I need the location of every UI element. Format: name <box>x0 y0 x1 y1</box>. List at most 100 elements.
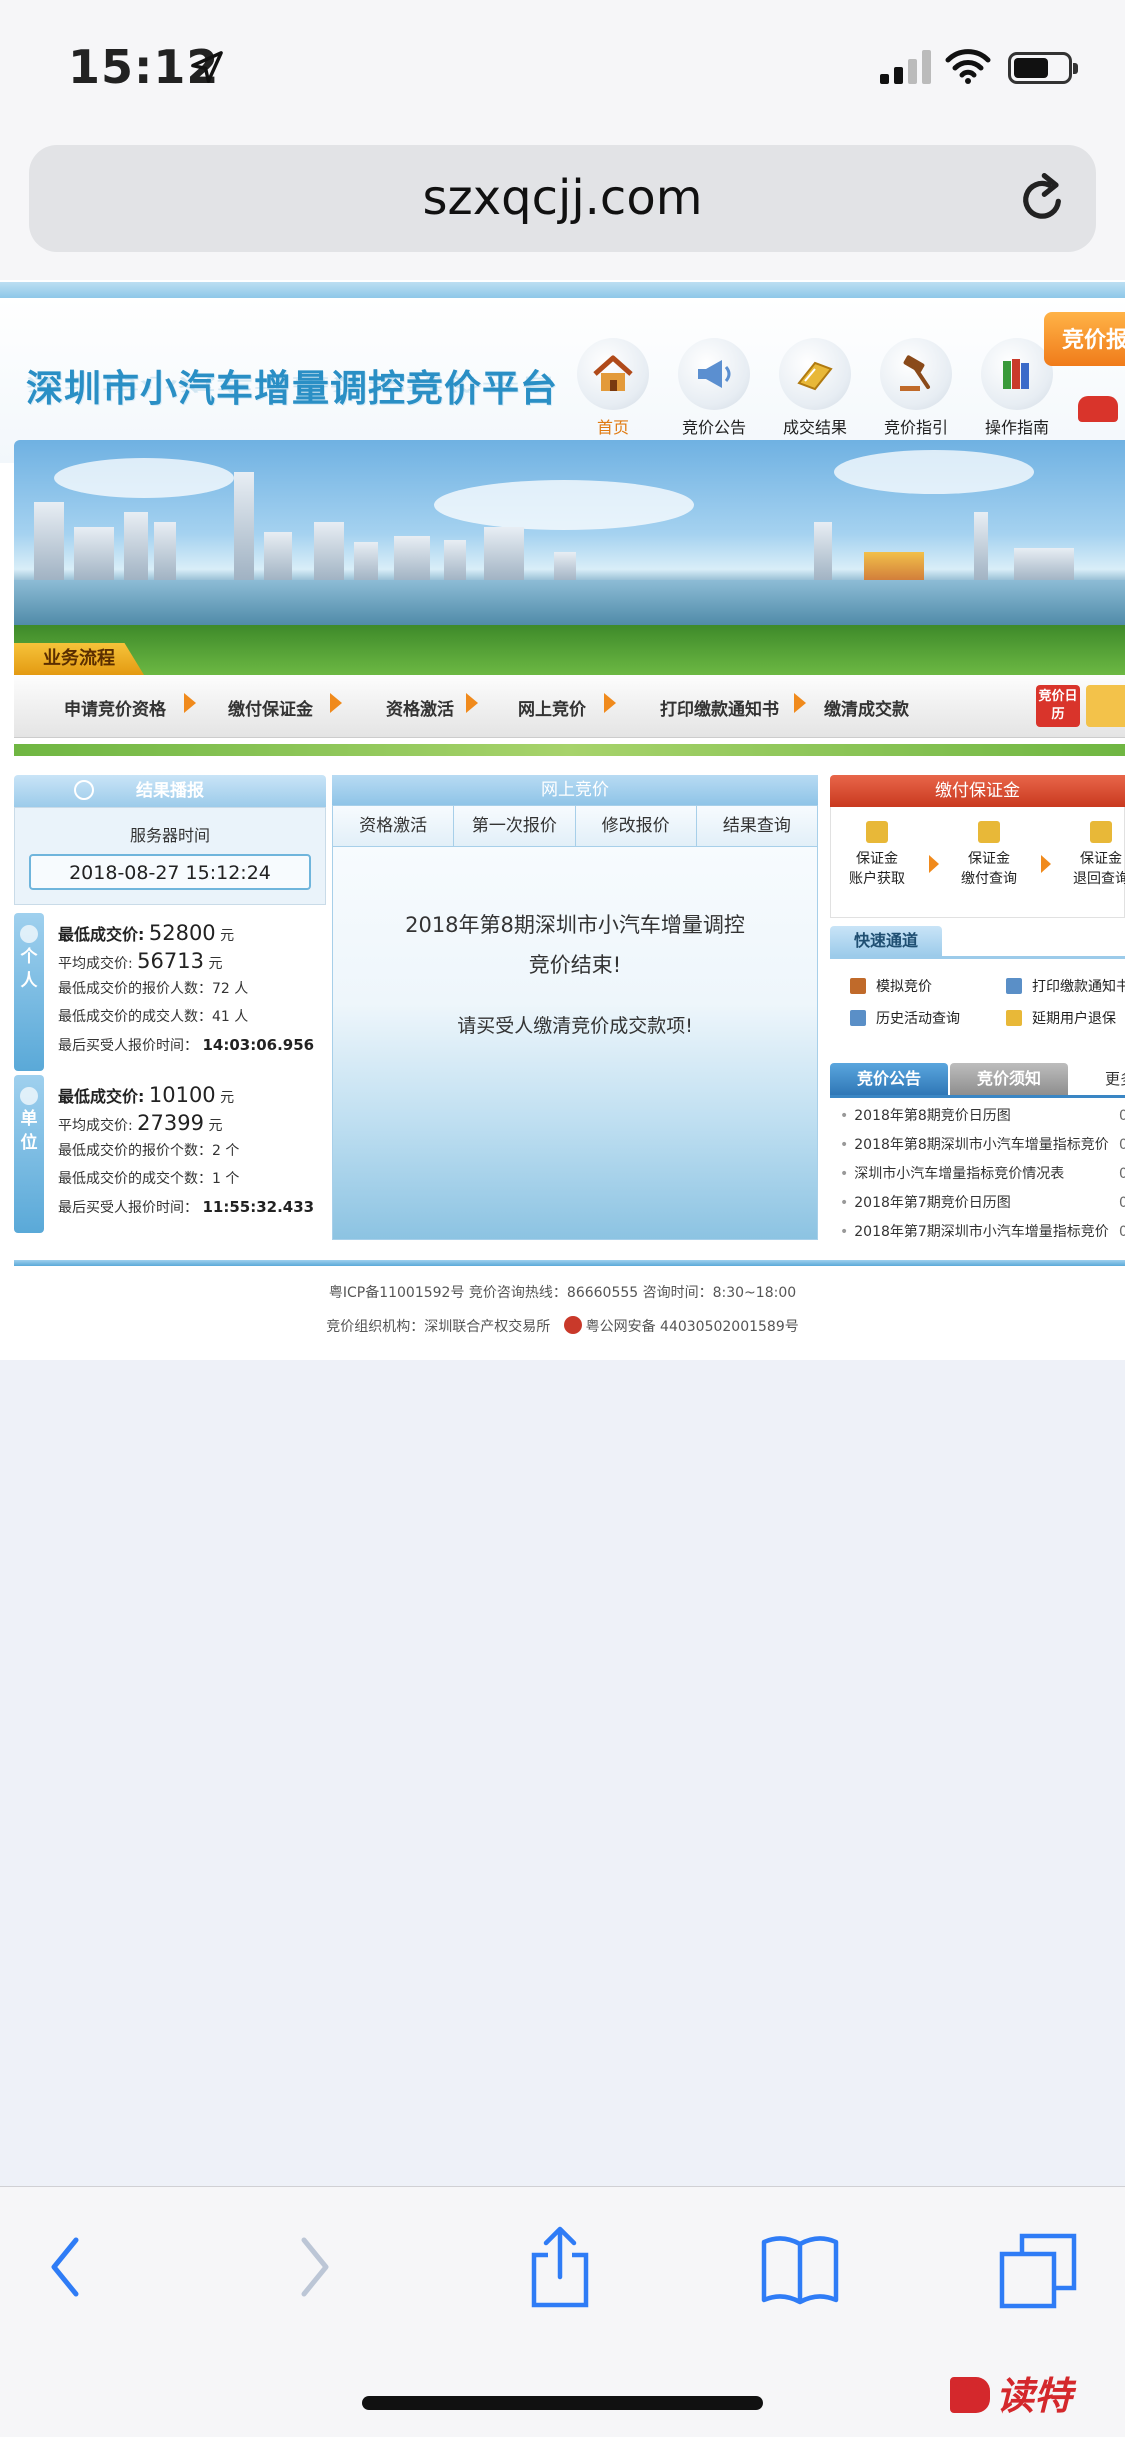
online-bidding-panel: 网上竞价 资格激活 第一次报价 修改报价 结果查询 2018年第8期深圳市小汽车… <box>332 775 818 1245</box>
deposit-panel: 保证金 账户获取 保证金 缴付查询 保证金 退回查询 <box>830 807 1125 918</box>
mock-bid-link[interactable]: 模拟竞价 <box>850 976 932 996</box>
step-bid[interactable]: 网上竞价 <box>518 695 586 720</box>
step-print[interactable]: 打印缴款通知书 <box>660 695 779 720</box>
site-footer: 粤ICP备11001592号 竞价咨询热线：86660555 咨询时间：8:30… <box>0 1276 1125 1344</box>
status-bar: 15:12 <box>0 0 1125 135</box>
print-notice-link[interactable]: 打印缴款通知书 <box>1006 976 1125 996</box>
quick-access-header: 快速通道 <box>830 926 943 956</box>
news-item[interactable]: 2018年第8期竞价日历图08 <box>840 1102 1125 1131</box>
personal-min-price: 最低成交价: 52800 元 <box>58 921 235 945</box>
deposit-header: 缴付保证金 <box>830 775 1125 807</box>
unit-side-tab: 单 位 <box>14 1075 44 1233</box>
nav-results[interactable]: 成交结果 <box>767 338 863 438</box>
car-icon <box>1078 396 1118 422</box>
wifi-icon <box>945 49 991 84</box>
back-icon[interactable] <box>46 2232 86 2302</box>
news-list: 2018年第8期竞价日历图08 2018年第8期深圳市小汽车增量指标竞价08 深… <box>830 1098 1125 1245</box>
tab-modify-bid[interactable]: 修改报价 <box>576 806 697 846</box>
nav-guide-label: 竞价指引 <box>883 418 948 437</box>
forward-icon[interactable] <box>294 2232 334 2302</box>
footer-line1: 粤ICP备11001592号 竞价咨询热线：86660555 咨询时间：8:30… <box>328 1285 797 1301</box>
news-item[interactable]: 深圳市小汽车增量指标竞价情况表07 <box>840 1160 1125 1189</box>
reload-icon[interactable] <box>1014 171 1070 227</box>
news-tabs: 竞价公告 竞价须知 更多 <box>830 1063 1125 1098</box>
gavel-icon <box>880 338 952 410</box>
step-arrow-icon <box>794 693 806 713</box>
address-bar[interactable]: szxqcjj.com <box>29 145 1096 252</box>
calendar-icon[interactable] <box>1086 685 1125 727</box>
city-banner <box>14 440 1125 675</box>
site-logo-reflection: 深圳市小汽车增量调控竞价平台 <box>26 374 558 394</box>
news-item[interactable]: 2018年第7期竞价日历图07 <box>840 1189 1125 1218</box>
footer-line2: 竞价组织机构：深圳联合产权交易所 粤公网安备 44030502001589号 <box>0 1310 1125 1344</box>
deposit-account-link[interactable]: 保证金 账户获取 <box>837 821 917 889</box>
process-tab: 业务流程 <box>14 643 144 675</box>
cellular-signal-icon <box>880 50 931 84</box>
unit-stats: 单 位 最低成交价: 10100 元 平均成交价: 27399 元 最低成交价的… <box>14 1075 326 1233</box>
nav-home[interactable]: 首页 <box>565 338 661 448</box>
refresh-icon <box>74 780 94 800</box>
battery-icon <box>1008 52 1078 84</box>
watermark-logo: 读特 <box>950 2365 1072 2420</box>
url-text: szxqcjj.com <box>422 170 703 226</box>
green-divider <box>14 744 1125 756</box>
results-header-title: 结果播报 <box>136 781 204 801</box>
results-header: 结果播报 <box>14 775 326 807</box>
quick-access: 快速通道 模拟竞价 打印缴款通知书 历史活动查询 延期用户退保 <box>830 926 1125 1051</box>
tab-activate[interactable]: 资格激活 <box>333 806 455 846</box>
payment-reminder: 请买受人缴清竞价成交款项! <box>457 1015 693 1037</box>
browser-address-area: szxqcjj.com <box>0 135 1125 280</box>
bidding-end-message: 2018年第8期深圳市小汽车增量调控 竞价结束! <box>405 913 745 977</box>
server-time-box: 服务器时间 2018-08-27 15:12:24 <box>14 807 326 905</box>
home-icon <box>577 338 649 410</box>
calendar-button[interactable]: 竞价日历 <box>1036 685 1080 727</box>
step-arrow-icon <box>929 855 939 873</box>
deferred-refund-link[interactable]: 延期用户退保 <box>1006 1008 1116 1028</box>
unit-min-winners: 最低成交价的成交个数：1 个 <box>58 1171 240 1187</box>
site-header: 深圳市小汽车增量调控竞价平台 深圳市小汽车增量调控竞价平台 首页 竞价公告 成交… <box>0 298 1125 463</box>
results-panel: 结果播报 服务器时间 2018-08-27 15:12:24 个 人 最低成交价… <box>14 775 326 1245</box>
step-arrow-icon <box>184 693 196 713</box>
news-item[interactable]: 2018年第7期深圳市小汽车增量指标竞价07 <box>840 1218 1125 1245</box>
unit-min-price: 最低成交价: 10100 元 <box>58 1083 235 1107</box>
folder-icon <box>1006 1010 1022 1026</box>
unit-avg-price: 平均成交价: 27399 元 <box>58 1111 223 1135</box>
location-arrow-icon <box>191 51 223 83</box>
nav-announcements-label: 竞价公告 <box>681 418 746 437</box>
footer-divider <box>14 1260 1125 1266</box>
more-link[interactable]: 更多 <box>1100 1063 1125 1095</box>
tab-result-query[interactable]: 结果查询 <box>697 806 817 846</box>
nav-announcements[interactable]: 竞价公告 <box>666 338 762 438</box>
nav-guide[interactable]: 竞价指引 <box>868 338 964 438</box>
step-pay[interactable]: 缴清成交款 <box>824 695 909 720</box>
step-arrow-icon <box>466 693 478 713</box>
person-icon <box>20 1087 38 1105</box>
process-steps: 申请竞价资格 缴付保证金 资格激活 网上竞价 打印缴款通知书 缴清成交款 竞价日… <box>14 675 1125 738</box>
bidding-report-tag[interactable]: 竞价报 <box>1044 312 1125 366</box>
calendar-icon <box>850 1010 866 1026</box>
payment-icon <box>978 821 1000 843</box>
personal-side-tab: 个 人 <box>14 913 44 1071</box>
step-deposit[interactable]: 缴付保证金 <box>228 695 313 720</box>
unit-last-time: 最后买受人报价时间： 11:55:32.433 <box>58 1198 315 1216</box>
person-icon <box>20 925 38 943</box>
step-apply[interactable]: 申请竞价资格 <box>64 695 166 720</box>
bookmarks-icon[interactable] <box>760 2232 840 2306</box>
news-item[interactable]: 2018年第8期深圳市小汽车增量指标竞价08 <box>840 1131 1125 1160</box>
share-icon[interactable] <box>528 2225 592 2309</box>
home-indicator[interactable] <box>362 2396 763 2410</box>
deposit-payment-query-link[interactable]: 保证金 缴付查询 <box>949 821 1029 889</box>
nav-results-label: 成交结果 <box>782 418 847 437</box>
top-stripe <box>0 282 1125 298</box>
megaphone-icon <box>678 338 750 410</box>
right-panel: 缴付保证金 保证金 账户获取 保证金 缴付查询 保证金 退回查询 快速通道 模拟竞价 … <box>830 775 1125 1245</box>
books-icon <box>981 338 1053 410</box>
refund-icon <box>1090 821 1112 843</box>
tab-announcements[interactable]: 竞价公告 <box>830 1063 948 1095</box>
step-activate[interactable]: 资格激活 <box>386 695 454 720</box>
tab-notice[interactable]: 竞价须知 <box>950 1063 1068 1095</box>
history-query-link[interactable]: 历史活动查询 <box>850 1008 960 1028</box>
deposit-refund-query-link[interactable]: 保证金 退回查询 <box>1061 821 1125 889</box>
tab-first-bid[interactable]: 第一次报价 <box>454 806 576 846</box>
tabs-icon[interactable] <box>998 2232 1078 2312</box>
